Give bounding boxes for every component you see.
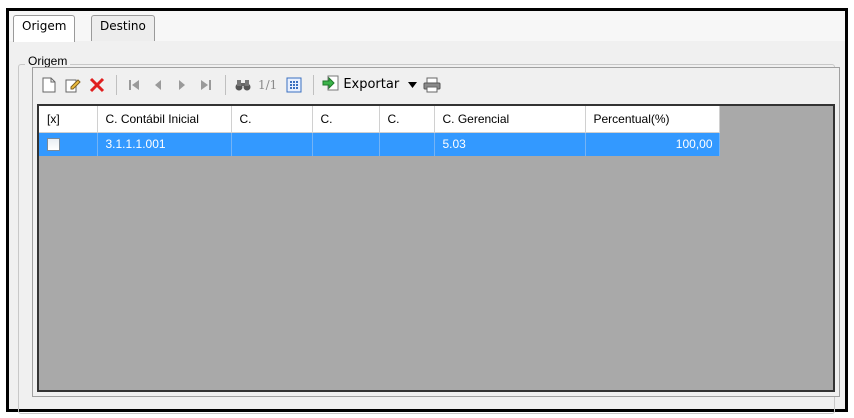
tab-destino[interactable]: Destino <box>91 15 155 41</box>
toolbar-separator <box>225 74 226 95</box>
tab-strip: Origem Destino <box>9 11 845 42</box>
group-title: Origem <box>25 54 71 68</box>
cell-percentual[interactable]: 100,00 <box>585 132 720 156</box>
column-header-c3[interactable]: C. <box>379 106 435 133</box>
last-page-icon[interactable] <box>195 74 217 96</box>
export-button[interactable]: Exportar <box>322 75 399 95</box>
cell-c3[interactable] <box>379 132 435 156</box>
row-checkbox-cell[interactable] <box>39 132 98 156</box>
data-grid: [x] C. Contábil Inicial C. C. C. C. Gere… <box>37 104 835 392</box>
toolbar-separator <box>116 74 117 95</box>
cell-c1[interactable] <box>231 132 313 156</box>
row-checkbox[interactable] <box>47 138 60 152</box>
column-header-percentual[interactable]: Percentual(%) <box>585 106 720 133</box>
page-indicator: 1/1 <box>258 77 278 92</box>
edit-icon[interactable] <box>62 74 84 96</box>
window-frame: Origem Destino Origem 1/1 Exportar [x] C… <box>6 8 848 414</box>
columns-grid-icon[interactable] <box>283 74 305 96</box>
column-header-conta-contabil-inicial[interactable]: C. Contábil Inicial <box>97 106 232 133</box>
new-document-icon[interactable] <box>38 74 60 96</box>
previous-icon[interactable] <box>147 74 169 96</box>
column-header-c1[interactable]: C. <box>231 106 313 133</box>
grid-table: [x] C. Contábil Inicial C. C. C. C. Gere… <box>39 106 720 156</box>
tab-origem[interactable]: Origem <box>13 15 76 42</box>
print-icon[interactable] <box>421 74 443 96</box>
first-page-icon[interactable] <box>123 74 145 96</box>
toolbar-separator <box>313 74 315 95</box>
grid-header-row: [x] C. Contábil Inicial C. C. C. C. Gere… <box>39 106 720 133</box>
column-header-select[interactable]: [x] <box>39 106 98 133</box>
column-header-c2[interactable]: C. <box>312 106 380 133</box>
cell-conta-contabil-inicial[interactable]: 3.1.1.1.001 <box>97 132 232 156</box>
chevron-down-icon[interactable] <box>405 74 419 96</box>
export-icon <box>322 75 340 95</box>
column-header-conta-gerencial[interactable]: C. Gerencial <box>434 106 586 133</box>
delete-icon[interactable] <box>86 74 108 96</box>
cell-c2[interactable] <box>312 132 380 156</box>
next-icon[interactable] <box>171 74 193 96</box>
toolbar: 1/1 Exportar <box>33 68 839 101</box>
table-row[interactable]: 3.1.1.1.001 5.03 100,00 <box>39 132 720 156</box>
cell-conta-gerencial[interactable]: 5.03 <box>434 132 586 156</box>
grid-container: 1/1 Exportar [x] C. Contábil Inicial C. … <box>32 67 840 397</box>
binoculars-icon[interactable] <box>232 74 254 96</box>
export-label: Exportar <box>343 77 400 92</box>
